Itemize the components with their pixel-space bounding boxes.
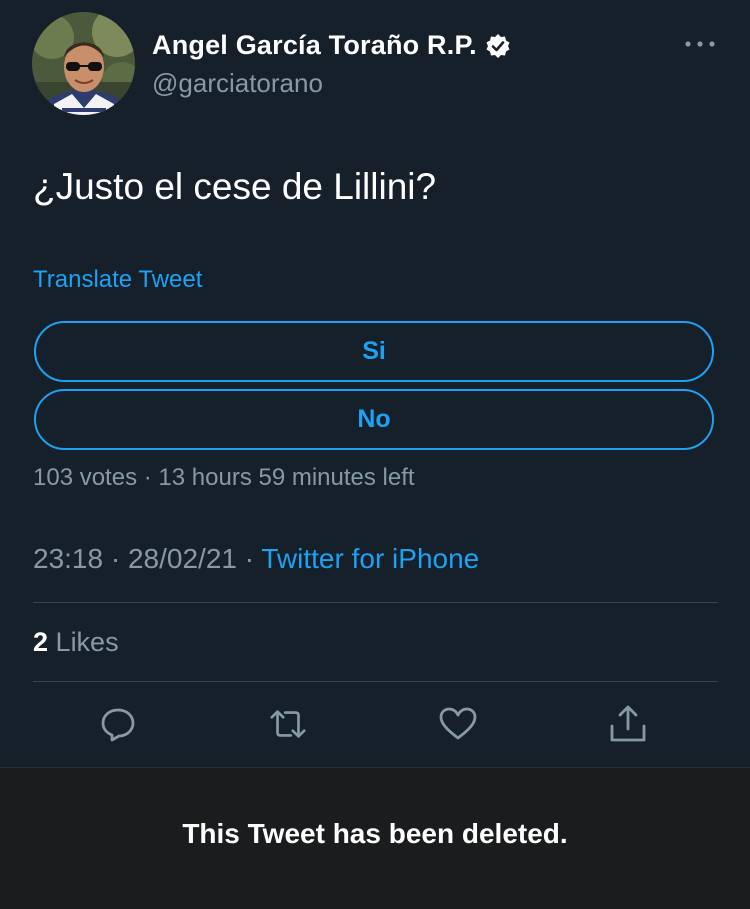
reply-icon[interactable] bbox=[98, 704, 138, 744]
verified-badge-icon bbox=[485, 33, 511, 59]
poll-time-left: 13 hours 59 minutes left bbox=[158, 464, 415, 491]
divider bbox=[33, 681, 718, 682]
retweet-icon[interactable] bbox=[268, 704, 308, 744]
author-name[interactable]: Angel García Toraño R.P. bbox=[152, 30, 477, 61]
poll-option-si[interactable]: Si bbox=[34, 321, 714, 382]
likes-stat[interactable]: 2 Likes bbox=[33, 627, 119, 658]
deleted-notice: This Tweet has been deleted. bbox=[0, 767, 750, 909]
avatar[interactable] bbox=[32, 12, 135, 115]
likes-count: 2 bbox=[33, 627, 49, 657]
poll-separator: · bbox=[143, 464, 152, 491]
divider bbox=[33, 602, 718, 603]
tweet-time: 23:18 bbox=[33, 543, 104, 574]
meta-separator: · bbox=[110, 543, 121, 574]
author-handle[interactable]: @garciatorano bbox=[152, 68, 323, 99]
poll-option-label: Si bbox=[362, 337, 386, 365]
like-icon[interactable] bbox=[438, 704, 478, 744]
translate-tweet-link[interactable]: Translate Tweet bbox=[33, 266, 202, 294]
tweet-text: ¿Justo el cese de Lillini? bbox=[33, 166, 437, 207]
more-options-icon[interactable] bbox=[682, 34, 718, 54]
author-name-row[interactable]: Angel García Toraño R.P. bbox=[152, 30, 511, 61]
poll-option-no[interactable]: No bbox=[34, 389, 714, 450]
tweet-timestamp-row: 23:18 · 28/02/21 · Twitter for iPhone bbox=[33, 543, 479, 575]
share-icon[interactable] bbox=[608, 704, 648, 744]
tweet-detail: Angel García Toraño R.P. @garciatorano ¿… bbox=[0, 0, 750, 767]
poll-option-label: No bbox=[357, 405, 391, 433]
poll-status: 103 votes · 13 hours 59 minutes left bbox=[33, 464, 415, 492]
likes-label: Likes bbox=[55, 627, 119, 657]
tweet-date: 28/02/21 bbox=[127, 543, 237, 574]
meta-separator: · bbox=[244, 543, 255, 574]
avatar-photo bbox=[32, 12, 135, 115]
tweet-source-link[interactable]: Twitter for iPhone bbox=[261, 543, 479, 574]
deleted-notice-text: This Tweet has been deleted. bbox=[182, 817, 568, 849]
poll-votes: 103 votes bbox=[33, 464, 138, 491]
